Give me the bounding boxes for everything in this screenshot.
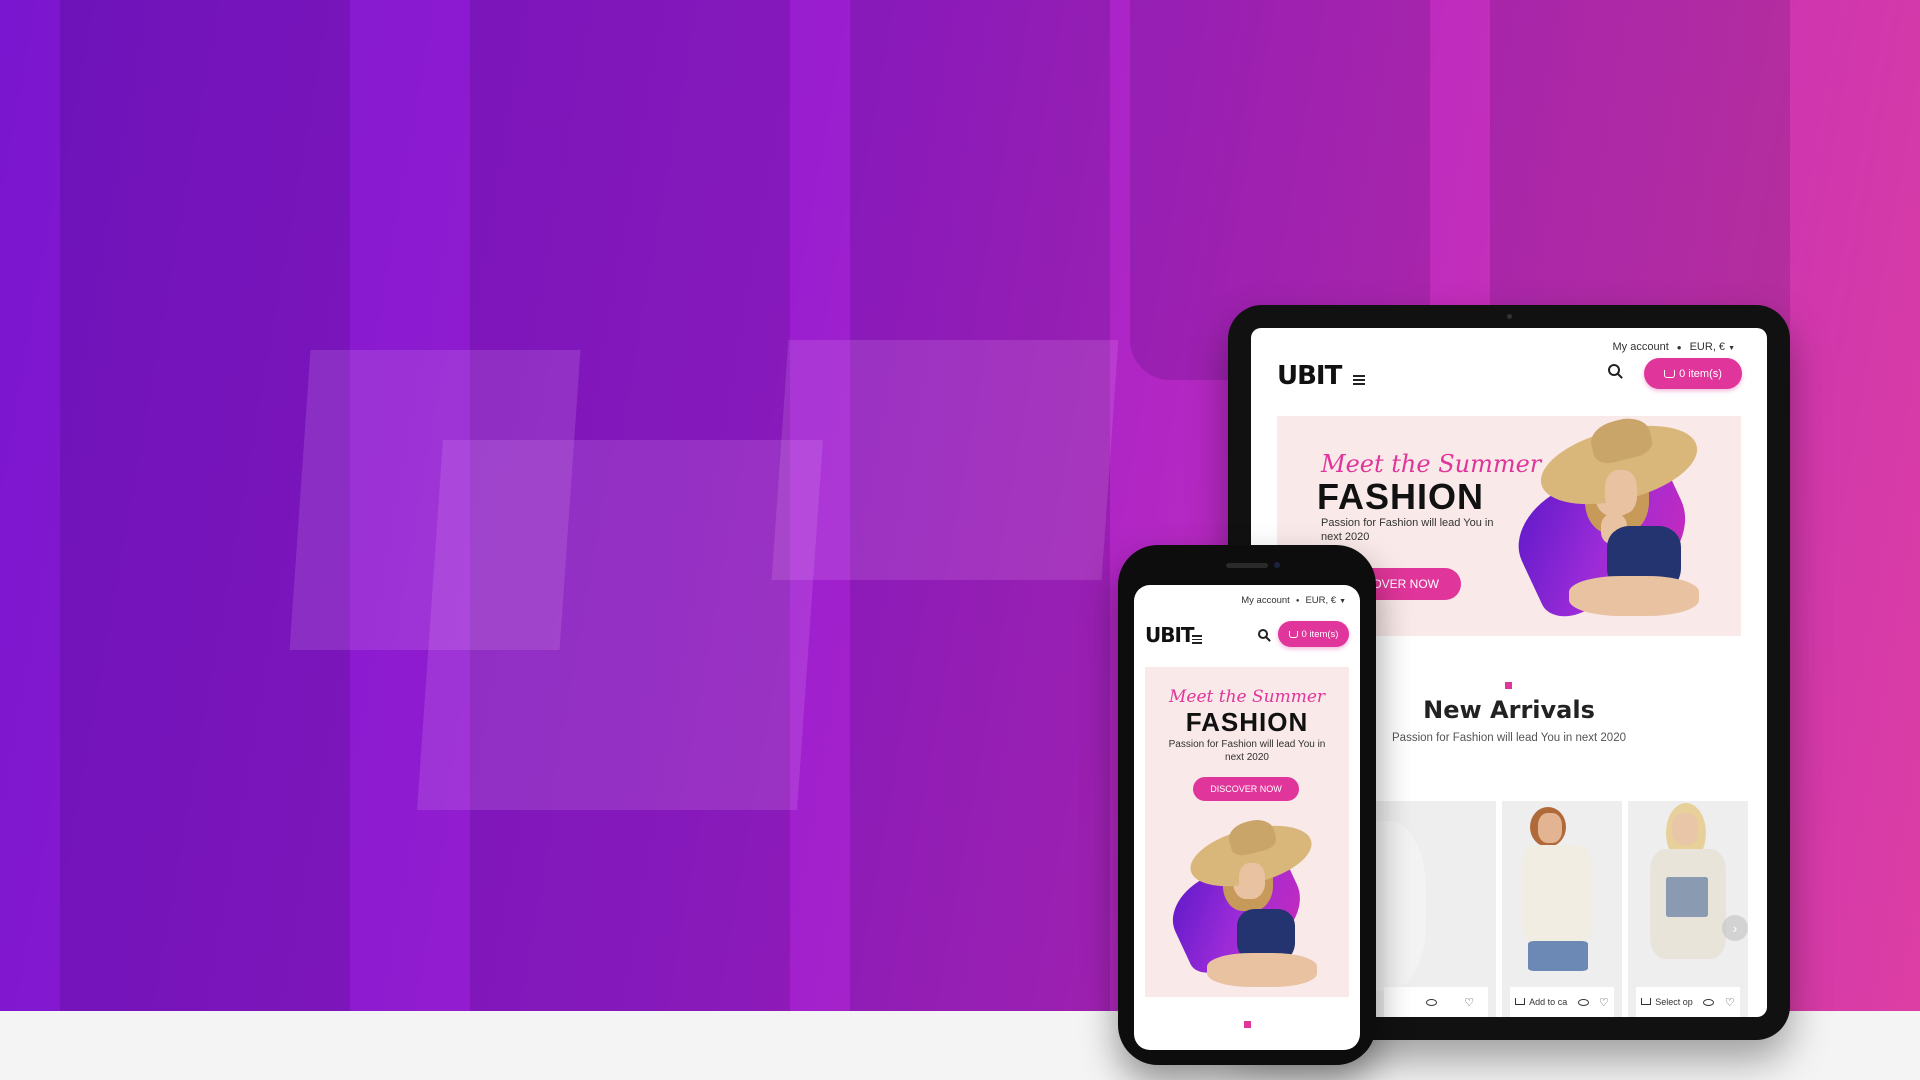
product-actions: Add to ca ♡ (1510, 987, 1614, 1017)
search-icon[interactable] (1258, 629, 1268, 639)
shopping-bag (771, 340, 1119, 580)
product-actions: Select op ♡ (1636, 987, 1740, 1017)
currency-selector[interactable]: EUR, € ▼ (1305, 595, 1346, 606)
heart-icon[interactable]: ♡ (1464, 996, 1474, 1009)
shopping-bag (417, 440, 823, 810)
add-to-cart-link[interactable]: Add to ca (1515, 997, 1567, 1007)
hamburger-icon[interactable] (1192, 635, 1202, 644)
search-icon[interactable] (1608, 364, 1620, 376)
section-dot (1244, 1021, 1251, 1028)
topbar: My account ● EUR, € ▼ (1612, 341, 1736, 353)
cart-button[interactable]: 0 item(s) (1278, 621, 1349, 647)
banner-subtitle: Passion for Fashion will lead You in nex… (1321, 517, 1494, 543)
eye-icon[interactable] (1577, 998, 1589, 1006)
phone-speaker (1226, 563, 1268, 568)
select-options-link[interactable]: Select op (1641, 997, 1693, 1007)
tablet-camera (1507, 314, 1512, 319)
hero-banner: Meet the Summer FASHION Passion for Fash… (1145, 667, 1349, 997)
basket-icon (1664, 369, 1676, 378)
banner-headline: FASHION (1185, 707, 1309, 737)
chevron-right-icon[interactable]: › (1722, 915, 1748, 941)
my-account-link[interactable]: My account (1613, 341, 1669, 353)
banner-subtitle: Passion for Fashion will lead You in nex… (1168, 739, 1326, 763)
cart-button[interactable]: 0 item(s) (1644, 358, 1742, 389)
cart-icon (1515, 998, 1526, 1005)
my-account-link[interactable]: My account (1241, 595, 1290, 606)
banner-headline: FASHION (1317, 476, 1485, 517)
discover-now-button[interactable]: DISCOVER NOW (1193, 777, 1299, 801)
model-image (1501, 416, 1739, 636)
heart-icon[interactable]: ♡ (1725, 996, 1735, 1009)
caret-down-icon: ▼ (1728, 345, 1735, 352)
banner-script: Meet the Summer (1168, 687, 1326, 707)
hamburger-icon[interactable] (1353, 375, 1365, 385)
product-card[interactable]: ♡ (1376, 801, 1496, 1017)
model-image (1160, 814, 1337, 997)
logo[interactable]: UBIT (1277, 361, 1342, 391)
currency-selector[interactable]: EUR, € ▼ (1690, 341, 1735, 353)
cart-icon (1641, 998, 1652, 1005)
phone-camera (1274, 562, 1280, 568)
eye-icon[interactable] (1425, 998, 1437, 1006)
topbar: My account ● EUR, € ▼ (1241, 595, 1346, 606)
product-card[interactable]: › Select op ♡ (1628, 801, 1748, 1017)
caret-down-icon: ▼ (1339, 598, 1346, 605)
basket-icon (1288, 630, 1298, 638)
product-actions: ♡ (1384, 987, 1488, 1017)
heart-icon[interactable]: ♡ (1599, 996, 1609, 1009)
phone-device: My account ● EUR, € ▼ UBIT 0 item(s) Meet… (1118, 545, 1376, 1065)
eye-icon[interactable] (1703, 998, 1715, 1006)
logo[interactable]: UBIT (1145, 623, 1195, 647)
section-dot (1505, 682, 1512, 689)
product-card[interactable]: Add to ca ♡ (1502, 801, 1622, 1017)
phone-screen: My account ● EUR, € ▼ UBIT 0 item(s) Meet… (1134, 585, 1360, 1050)
